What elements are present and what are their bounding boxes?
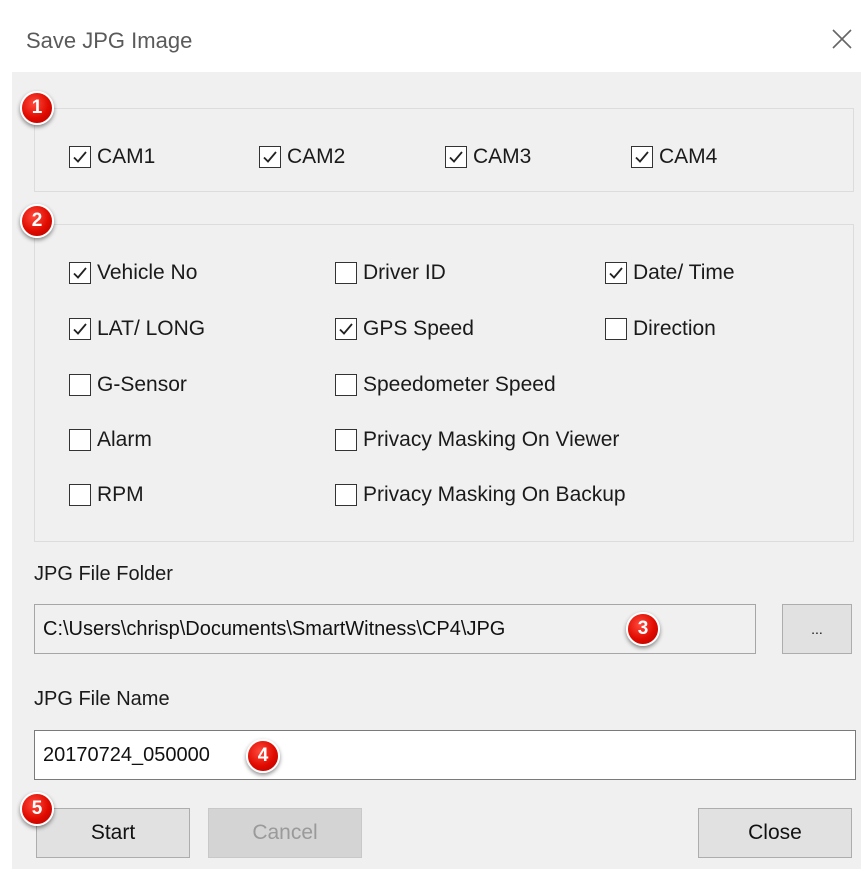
checkbox-cam2[interactable]: CAM2 — [259, 145, 345, 169]
cancel-button: Cancel — [208, 808, 362, 858]
check-mark-icon — [339, 323, 353, 335]
file-name-label: JPG File Name — [34, 688, 170, 710]
check-mark-icon — [73, 151, 87, 163]
checkbox-box[interactable] — [69, 146, 91, 168]
checkbox-box[interactable] — [605, 318, 627, 340]
checkbox-driver-id[interactable]: Driver ID — [335, 261, 446, 285]
window-title: Save JPG Image — [26, 28, 193, 53]
check-mark-icon — [635, 151, 649, 163]
checkbox-box[interactable] — [335, 262, 357, 284]
check-mark-icon — [263, 151, 277, 163]
camera-selection-group: CAM1 CAM2 CAM3 CAM4 — [34, 108, 854, 192]
checkbox-vehicle-no[interactable]: Vehicle No — [69, 261, 197, 285]
folder-path-value: C:\Users\chrisp\Documents\SmartWitness\C… — [43, 617, 506, 640]
save-jpg-dialog: Save JPG Image CAM1 CAM2 CAM3 CAM4 Vehic… — [12, 10, 861, 869]
checkbox-cam4[interactable]: CAM4 — [631, 145, 717, 169]
checkbox-speedometer-speed[interactable]: Speedometer Speed — [335, 373, 556, 397]
checkbox-box[interactable] — [445, 146, 467, 168]
check-mark-icon — [449, 151, 463, 163]
checkbox-box[interactable] — [69, 262, 91, 284]
title-bar: Save JPG Image — [12, 10, 861, 72]
checkbox-box[interactable] — [605, 262, 627, 284]
checkbox-label: Driver ID — [363, 261, 446, 284]
annotation-marker-5: 5 — [20, 792, 54, 826]
checkbox-label: CAM1 — [97, 145, 156, 168]
start-button[interactable]: Start — [36, 808, 190, 858]
annotation-marker-1: 1 — [20, 91, 54, 125]
checkbox-label: Direction — [633, 317, 716, 340]
checkbox-label: Privacy Masking On Backup — [363, 483, 626, 506]
browse-button[interactable]: ... — [782, 604, 852, 654]
checkbox-label: Speedometer Speed — [363, 373, 556, 396]
checkbox-box[interactable] — [69, 318, 91, 340]
checkbox-date-time[interactable]: Date/ Time — [605, 261, 735, 285]
checkbox-direction[interactable]: Direction — [605, 317, 716, 341]
checkbox-label: Vehicle No — [97, 261, 198, 284]
checkbox-label: CAM3 — [473, 145, 532, 168]
checkbox-gps-speed[interactable]: GPS Speed — [335, 317, 474, 341]
checkbox-box[interactable] — [631, 146, 653, 168]
checkbox-label: Alarm — [97, 428, 152, 451]
check-mark-icon — [73, 323, 87, 335]
checkbox-label: CAM2 — [287, 145, 346, 168]
checkbox-g-sensor[interactable]: G-Sensor — [69, 373, 187, 397]
checkbox-box[interactable] — [259, 146, 281, 168]
checkbox-cam3[interactable]: CAM3 — [445, 145, 531, 169]
annotation-marker-2: 2 — [20, 204, 54, 238]
checkbox-rpm[interactable]: RPM — [69, 483, 144, 507]
annotation-marker-4: 4 — [246, 739, 280, 773]
checkbox-cam1[interactable]: CAM1 — [69, 145, 155, 169]
close-icon[interactable] — [827, 24, 857, 54]
overlay-options-group: Vehicle No Driver ID Date/ Time LAT/ LON… — [34, 224, 854, 542]
checkbox-box[interactable] — [69, 374, 91, 396]
close-button[interactable]: Close — [698, 808, 852, 858]
checkbox-box[interactable] — [335, 318, 357, 340]
folder-label: JPG File Folder — [34, 563, 173, 585]
checkbox-box[interactable] — [69, 429, 91, 451]
checkbox-label: Privacy Masking On Viewer — [363, 428, 620, 451]
checkbox-label: LAT/ LONG — [97, 317, 206, 340]
checkbox-box[interactable] — [335, 429, 357, 451]
checkbox-box[interactable] — [335, 374, 357, 396]
annotation-marker-3: 3 — [626, 612, 660, 646]
checkbox-label: G-Sensor — [97, 373, 187, 396]
file-name-input[interactable]: 20170724_050000 — [34, 730, 856, 780]
checkbox-label: RPM — [97, 483, 144, 506]
file-name-value: 20170724_050000 — [43, 743, 210, 766]
checkbox-box[interactable] — [69, 484, 91, 506]
check-mark-icon — [73, 267, 87, 279]
checkbox-label: CAM4 — [659, 145, 718, 168]
checkbox-privacy-masking-viewer[interactable]: Privacy Masking On Viewer — [335, 428, 619, 452]
checkbox-label: Date/ Time — [633, 261, 735, 284]
checkbox-alarm[interactable]: Alarm — [69, 428, 152, 452]
checkbox-label: GPS Speed — [363, 317, 474, 340]
check-mark-icon — [609, 267, 623, 279]
checkbox-box[interactable] — [335, 484, 357, 506]
checkbox-lat-long[interactable]: LAT/ LONG — [69, 317, 205, 341]
checkbox-privacy-masking-backup[interactable]: Privacy Masking On Backup — [335, 483, 626, 507]
